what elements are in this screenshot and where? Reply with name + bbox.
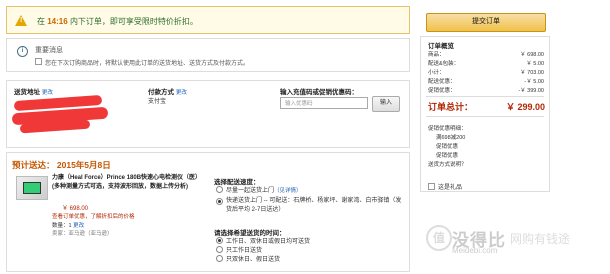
- time-option-weekend: 只双休日、假日送货: [226, 257, 281, 263]
- promo-title: 促销优惠明细：: [428, 126, 467, 132]
- payment-change-link[interactable]: 更改: [176, 90, 187, 96]
- time-radio-weekend[interactable]: [216, 255, 223, 262]
- promo-item: 促销优惠: [436, 144, 459, 150]
- notice-checkbox[interactable]: [35, 58, 42, 65]
- time-radio-weekday[interactable]: [216, 246, 223, 253]
- promo-item: 促销优惠: [436, 153, 459, 159]
- speed-option-express: 快递送货上门 -- 可配送：石牌桥、杨家坪、谢家湾、白市驿镇（发货后平均 2-7…: [226, 198, 402, 213]
- product-name[interactable]: 力康（Heal Force）Prince 180B快速心电检测仪（医）(多种测量…: [52, 174, 207, 192]
- summary-row-promo-discount: 促销优惠： -￥ 399.00: [428, 88, 544, 94]
- coupon-input[interactable]: 输入优惠码: [280, 97, 368, 109]
- time-option-weekday: 只工作日送货: [226, 248, 263, 254]
- promo-item: 满698减200: [436, 135, 466, 141]
- payment-label: 付款方式 更改: [148, 89, 187, 96]
- watermark-slogan: 网购有钱途: [510, 232, 571, 246]
- summary-divider: [426, 96, 544, 97]
- alert-message: 在 14:16 内下订单，即可享受限时特价折扣。: [37, 17, 198, 26]
- promo-link[interactable]: 查看订单优惠，了解折扣后的价格: [52, 212, 135, 220]
- address-change-link[interactable]: 更改: [42, 90, 53, 96]
- time-limited-alert: ! 在 14:16 内下订单，即可享受限时特价折扣。: [6, 6, 410, 34]
- order-total-label: 订单总计：: [428, 102, 474, 112]
- speed-radio-express[interactable]: [216, 198, 223, 205]
- order-total-value: ￥ 299.00: [506, 102, 546, 112]
- gift-checkbox[interactable]: [428, 183, 435, 190]
- delivery-date: 预计送达： 2015年5月8日: [12, 160, 111, 170]
- summary-divider: [426, 116, 544, 117]
- gift-label: 这是礼品: [438, 185, 463, 191]
- time-radio-any[interactable]: [216, 237, 223, 244]
- quantity: 数量：1 更改: [52, 223, 85, 229]
- warning-icon: !: [15, 15, 27, 26]
- summary-row-shipping-discount: 配送优惠： -￥ 5.00: [428, 79, 544, 85]
- summary-row-items: 商品： ￥ 698.00: [428, 52, 544, 58]
- seller: 卖家：亚马逊（亚马逊）: [52, 231, 113, 237]
- product-image[interactable]: [16, 176, 48, 200]
- time-option-any: 工作日、双休日或假日均可送货: [226, 239, 311, 245]
- coupon-label: 输入充值码或促销优惠码：: [280, 89, 358, 96]
- coupon-apply-button[interactable]: 输入: [372, 96, 400, 112]
- speed-radio-together[interactable]: [216, 186, 223, 193]
- info-icon: i: [17, 46, 28, 57]
- watermark-site: Meidebi.com: [452, 246, 498, 255]
- notice-title: 重要消息: [35, 47, 63, 54]
- shipping-help-link[interactable]: 送货方式说明？: [428, 160, 544, 168]
- submit-order-button[interactable]: 提交订单: [426, 13, 546, 32]
- notice-text: 您在下次订购商品时，将默认使用此订单的送货地址、送货方式及付款方式。: [45, 61, 250, 67]
- summary-title: 订单概览: [428, 43, 454, 50]
- summary-row-shipping: 配送&包装： ￥ 5.00: [428, 61, 544, 67]
- payment-value: 支付宝: [148, 99, 167, 105]
- product-price: ￥ 698.00: [62, 206, 89, 212]
- speed-option-together: 尽量一起送货上门（见详情）: [226, 188, 302, 194]
- ecg-device-icon: [23, 182, 41, 194]
- watermark-logo-icon: 值: [426, 225, 452, 251]
- summary-row-subtotal: 小计： ￥ 703.00: [428, 70, 544, 76]
- address-label: 送货地址 更改: [14, 89, 53, 96]
- important-notice: i 重要消息 您在下次订购商品时，将默认使用此订单的送货地址、送货方式及付款方式…: [6, 38, 410, 72]
